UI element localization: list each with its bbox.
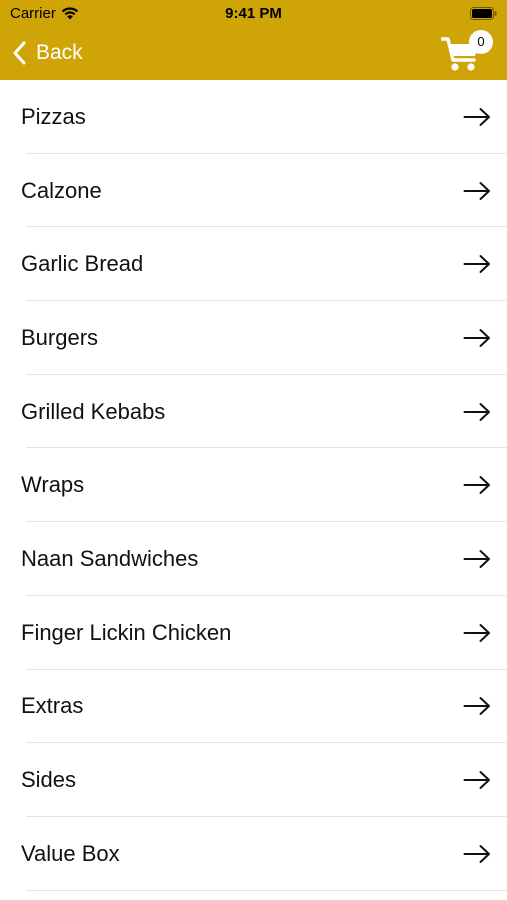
category-row[interactable]: Extras	[0, 670, 507, 744]
arrow-right-icon	[463, 770, 491, 790]
arrow-right-icon	[463, 475, 491, 495]
category-label: Garlic Bread	[21, 251, 144, 277]
category-label: Pizzas	[21, 103, 86, 129]
category-list: Pizzas Calzone Garlic Bread Burgers Grilled …	[0, 80, 507, 891]
arrow-right-icon	[463, 181, 491, 201]
arrow-right-icon	[463, 696, 491, 716]
status-time: 9:41 PM	[225, 5, 282, 22]
category-label: Calzone	[21, 177, 102, 203]
category-label: Extras	[21, 693, 84, 719]
cart-count-badge: 0	[469, 30, 493, 54]
category-row[interactable]: Value Box	[0, 817, 507, 891]
back-label: Back	[36, 41, 83, 64]
category-label: Wraps	[21, 472, 85, 498]
category-label: Value Box	[21, 840, 120, 866]
arrow-right-icon	[463, 549, 491, 569]
arrow-right-icon	[463, 623, 491, 643]
category-label: Naan Sandwiches	[21, 545, 199, 571]
category-row[interactable]: Pizzas	[0, 80, 507, 154]
category-row[interactable]: Finger Lickin Chicken	[0, 596, 507, 670]
app-header: Carrier 9:41 PM Back 0	[0, 0, 507, 80]
category-row[interactable]: Naan Sandwiches	[0, 522, 507, 596]
arrow-right-icon	[463, 402, 491, 422]
category-row[interactable]: Garlic Bread	[0, 227, 507, 301]
chevron-left-icon	[12, 41, 26, 65]
category-label: Grilled Kebabs	[21, 398, 166, 424]
navigation-bar: Back 0	[0, 28, 507, 80]
category-label: Finger Lickin Chicken	[21, 619, 232, 645]
status-bar: Carrier 9:41 PM	[0, 0, 507, 28]
category-row[interactable]: Grilled Kebabs	[0, 375, 507, 449]
arrow-right-icon	[463, 107, 491, 127]
arrow-right-icon	[463, 254, 491, 274]
cart-button[interactable]: 0	[441, 30, 493, 74]
category-row[interactable]: Sides	[0, 743, 507, 817]
category-row[interactable]: Calzone	[0, 154, 507, 228]
category-label: Sides	[21, 767, 77, 793]
category-row[interactable]: Wraps	[0, 448, 507, 522]
arrow-right-icon	[463, 844, 491, 864]
category-label: Burgers	[21, 324, 99, 350]
arrow-right-icon	[463, 328, 491, 348]
category-row[interactable]: Burgers	[0, 301, 507, 375]
back-button[interactable]: Back	[12, 38, 83, 68]
battery-icon	[470, 7, 497, 20]
